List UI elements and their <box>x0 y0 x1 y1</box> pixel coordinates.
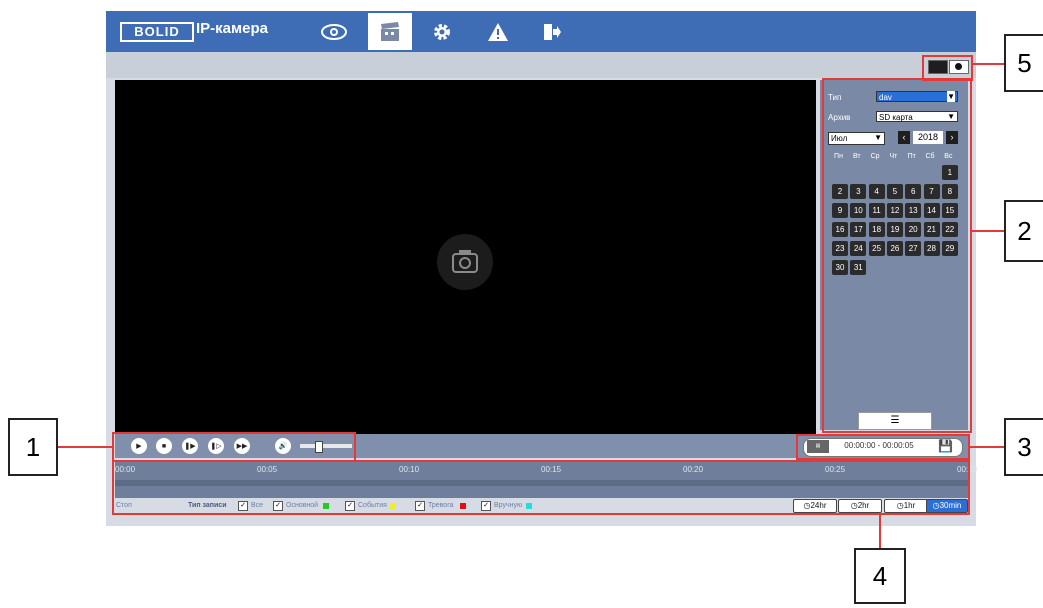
connector-1 <box>58 446 113 448</box>
settings-tab[interactable] <box>420 13 464 50</box>
film-icon <box>381 21 399 41</box>
callout-1: 1 <box>8 418 58 476</box>
gear-icon <box>434 23 450 40</box>
callout-5: 5 <box>1004 34 1043 92</box>
highlight-box-3 <box>796 434 970 460</box>
eye-icon <box>321 23 347 40</box>
connector-3 <box>970 446 1005 448</box>
app-title: IP-камера <box>196 20 268 37</box>
logout-tab[interactable] <box>530 13 574 50</box>
highlight-box-1 <box>112 432 356 462</box>
warning-icon <box>488 22 508 41</box>
connector-4 <box>879 514 881 549</box>
exit-icon <box>544 23 561 40</box>
highlight-box-4 <box>112 460 970 515</box>
connector-2 <box>970 230 1005 232</box>
logo: BOLID <box>120 22 194 42</box>
playback-tab[interactable] <box>368 13 412 50</box>
highlight-box-2 <box>822 78 972 433</box>
connector-5 <box>972 63 1005 65</box>
highlight-box-5 <box>922 55 973 81</box>
callout-2: 2 <box>1004 200 1043 262</box>
camera-placeholder-icon <box>437 234 493 290</box>
live-view-tab[interactable] <box>312 13 356 50</box>
callout-4: 4 <box>854 548 906 604</box>
sub-toolbar <box>106 52 976 78</box>
callout-3: 3 <box>1004 418 1043 476</box>
alarm-tab[interactable] <box>476 13 520 50</box>
